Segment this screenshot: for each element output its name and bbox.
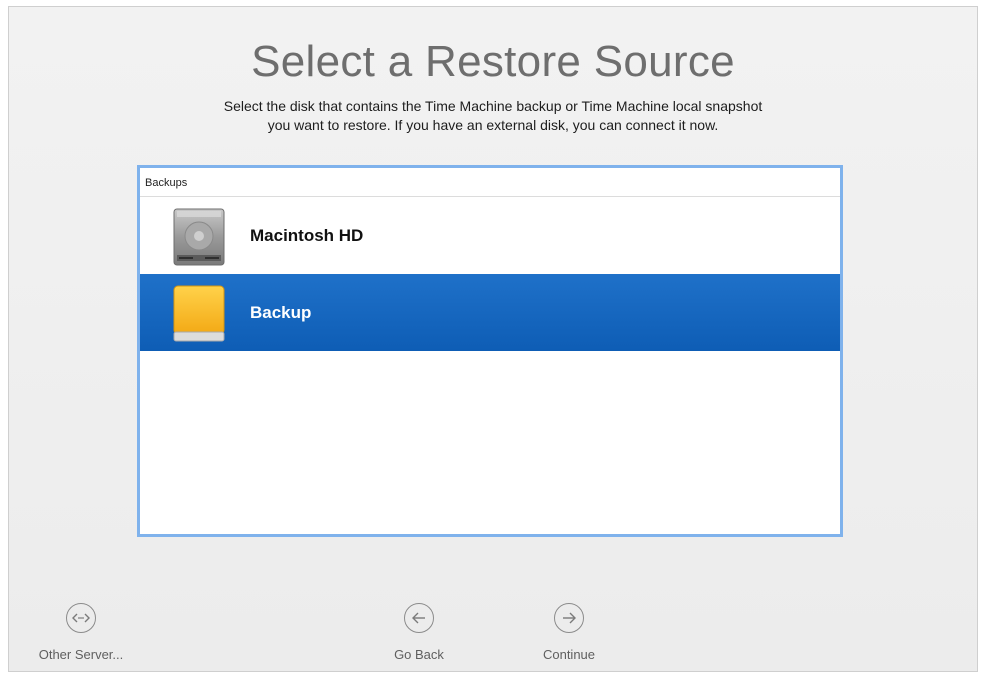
list-item-label: Backup: [250, 302, 312, 322]
network-server-icon: [66, 603, 96, 633]
list-item-label: Macintosh HD: [250, 225, 364, 245]
internal-hard-drive-icon: [168, 205, 230, 267]
go-back-button[interactable]: Go Back: [359, 603, 479, 662]
restore-source-window: Select a Restore Source Select the disk …: [8, 6, 978, 672]
page-title: Select a Restore Source: [251, 37, 735, 86]
right-arrow-icon: [554, 603, 584, 633]
continue-label: Continue: [542, 647, 596, 662]
subtitle-line-1: Select the disk that contains the Time M…: [223, 98, 763, 114]
page-subtitle: Select the disk that contains the Time M…: [9, 97, 977, 135]
go-back-label: Go Back: [394, 647, 444, 662]
subtitle-line-2: you want to restore. If you have an exte…: [267, 117, 719, 133]
list-item-macintosh-hd[interactable]: Macintosh HD: [140, 197, 840, 274]
other-server-label: Other Server...: [38, 647, 124, 662]
list-item-backup[interactable]: Backup: [140, 274, 840, 351]
external-drive-icon: [168, 282, 230, 344]
left-arrow-icon: [404, 603, 434, 633]
other-server-button[interactable]: Other Server...: [21, 603, 141, 662]
backup-source-list[interactable]: Backups Macintosh HD Backup: [137, 165, 843, 537]
list-header: Backups: [140, 168, 840, 197]
continue-button[interactable]: Continue: [509, 603, 629, 662]
